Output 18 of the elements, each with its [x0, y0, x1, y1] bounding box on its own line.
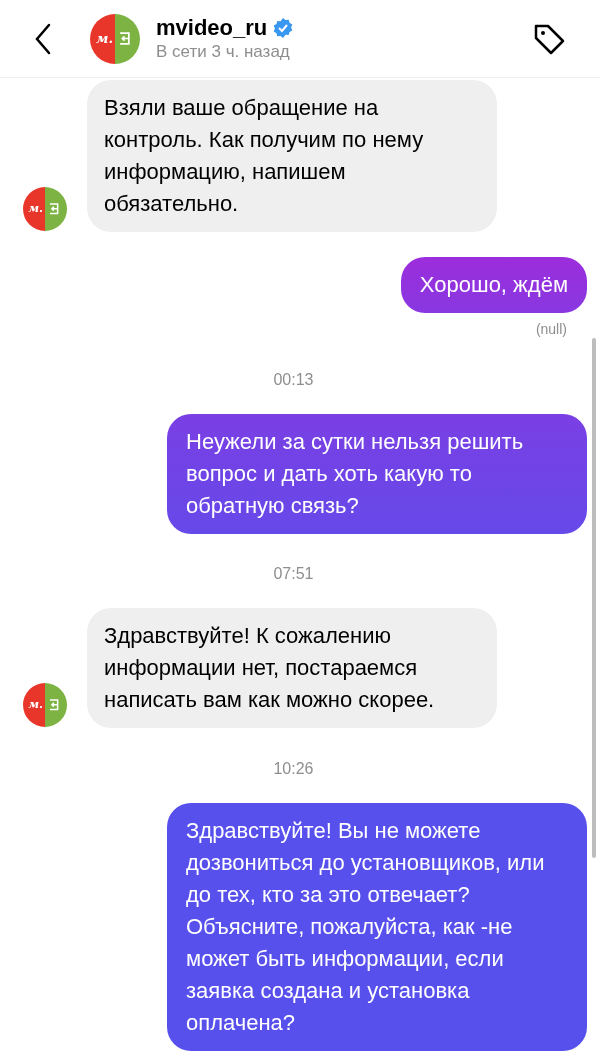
timestamp: 10:26	[273, 759, 314, 779]
outgoing-message: Неужели за сутки нельзя решить вопрос и дать хоть какую то обратную связь?	[167, 414, 587, 534]
incoming-message: Взяли ваше обращение на контроль. Как получим по нему информацию, напишем обязательно.	[87, 80, 497, 232]
contact-name: mvideo_ru	[156, 14, 268, 41]
outgoing-message: Хорошо, ждём	[400, 257, 587, 313]
back-icon[interactable]	[34, 22, 52, 55]
exit-icon	[49, 699, 59, 711]
message-status: (null)	[535, 320, 568, 339]
exit-icon	[119, 32, 130, 45]
logo-text: м.	[28, 200, 43, 218]
timestamp: 00:13	[273, 370, 314, 390]
outgoing-message: Здравствуйте! Вы не можете дозвониться до установщиков, или до тех, кто за это отвечает? Объясните, пожалуйста, как -не может быть информации, если заявка создана и установка оплачена?	[167, 803, 587, 1051]
logo-text: м.	[96, 29, 113, 48]
logo-text: м.	[28, 696, 43, 714]
incoming-message: Здравствуйте! К сожалению информации нет, постараемся написать вам как можно скорее.	[87, 608, 497, 728]
timestamp: 07:51	[273, 564, 314, 584]
online-status: В сети 3 ч. назад	[156, 40, 291, 63]
exit-icon	[49, 203, 59, 215]
